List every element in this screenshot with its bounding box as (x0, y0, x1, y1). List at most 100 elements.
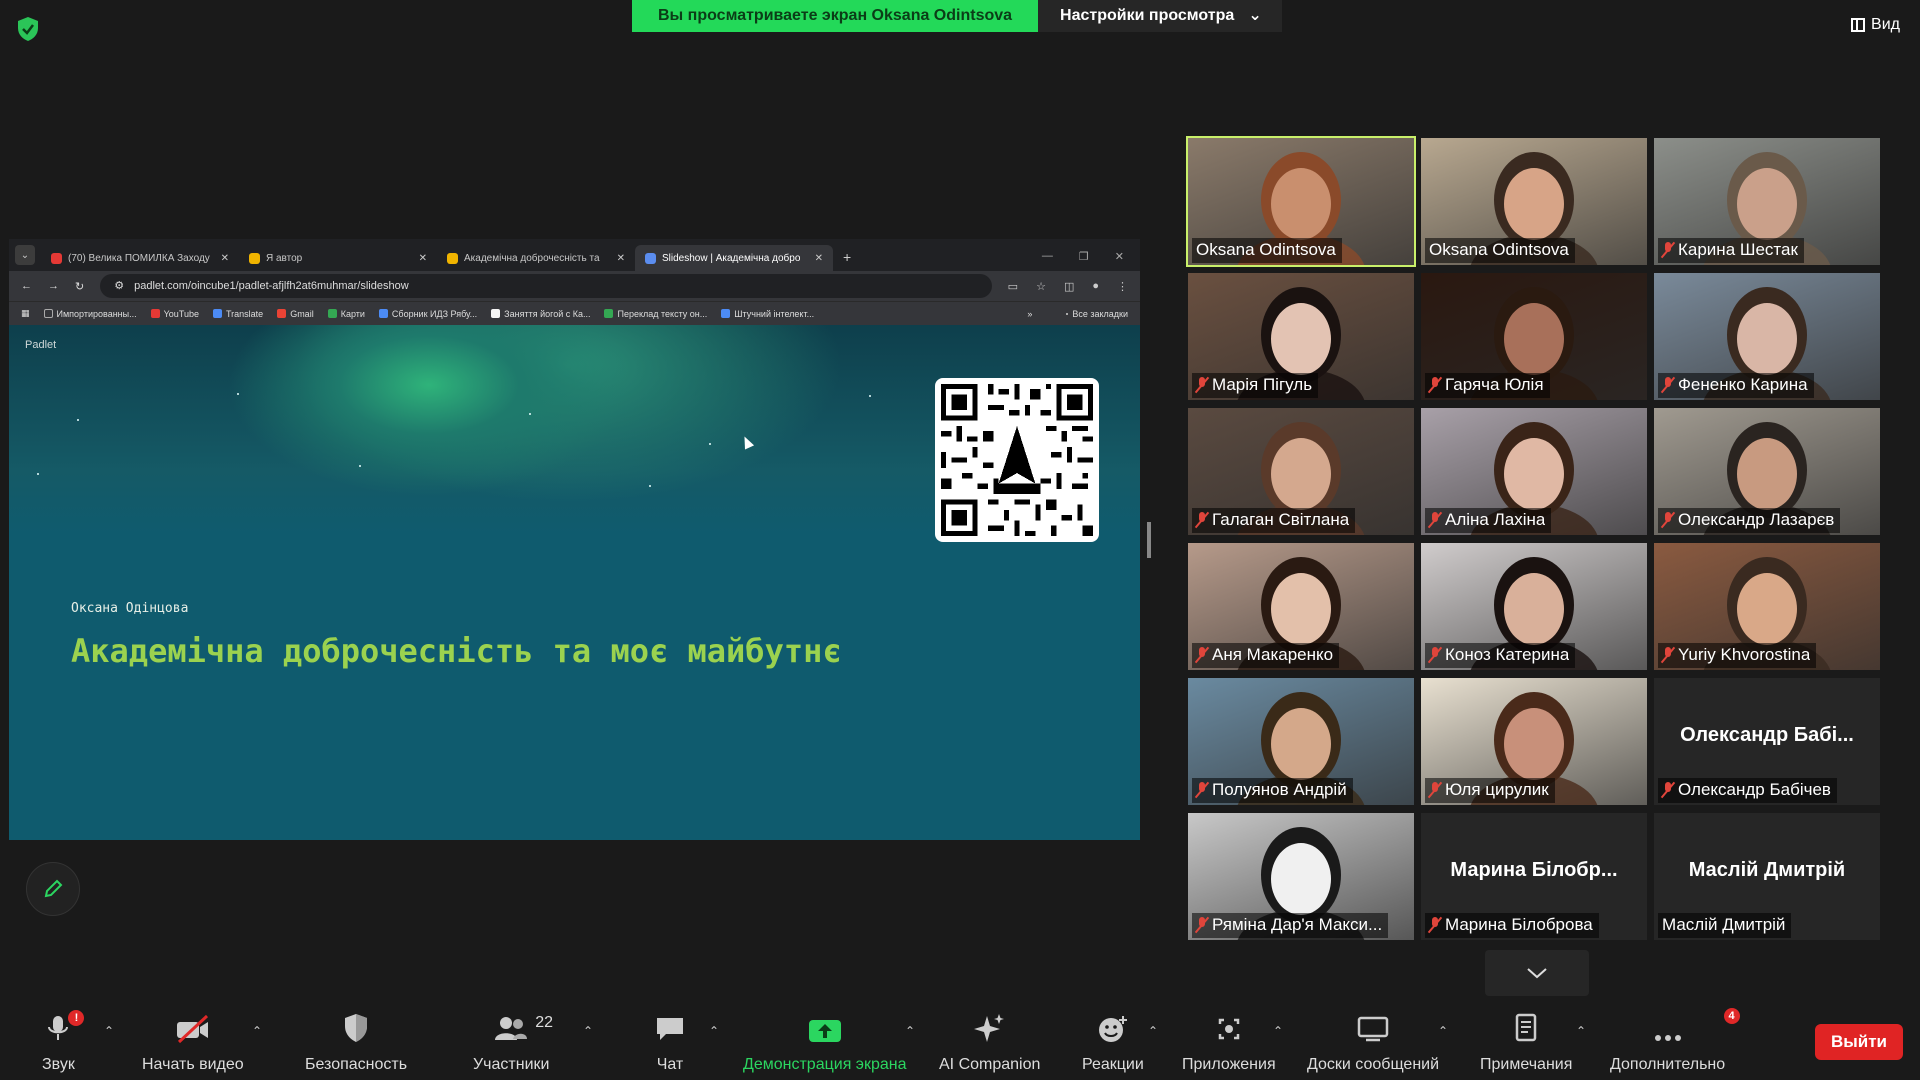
tab-title: Академічна доброчесність та (464, 252, 600, 264)
start-video-button[interactable]: Начать видео (142, 1010, 244, 1074)
annotate-button[interactable] (26, 862, 80, 916)
bookmark-item[interactable]: Переклад тексту он... (604, 309, 707, 319)
participant-tile[interactable]: Аліна Лахіна (1421, 408, 1647, 535)
participant-tile[interactable]: Oksana Odintsova (1186, 136, 1416, 267)
view-button[interactable]: Вид (1851, 16, 1900, 34)
back-arrow-icon[interactable]: ← (21, 280, 32, 292)
bookmark-item[interactable]: YouTube (150, 309, 199, 319)
slide-author: Оксана Одінцова (71, 601, 189, 616)
extensions-icon[interactable]: ◫ (1064, 280, 1074, 293)
video-options-caret-icon[interactable]: ⌃ (252, 1024, 262, 1038)
bookmark-item[interactable]: Translate (213, 309, 263, 319)
all-bookmarks-button[interactable]: » Все закладки (1027, 309, 1128, 319)
participant-tile[interactable]: Yuriy Khvorostina (1654, 543, 1880, 670)
participant-center-name: Марина Білобр... (1450, 859, 1618, 881)
browser-actions: ▭ ☆ ◫ ● ⋮ (1008, 280, 1128, 293)
cast-icon[interactable]: ▭ (1008, 280, 1018, 293)
ai-companion-button[interactable]: AI Companion (939, 1010, 1040, 1074)
apps-options-caret-icon[interactable]: ⌃ (1273, 1024, 1283, 1038)
participant-tile[interactable]: Юля цирулик (1421, 678, 1647, 805)
microphone-muted-icon (1662, 242, 1674, 258)
folder-icon (43, 309, 53, 318)
participant-tile[interactable]: Карина Шестак (1654, 138, 1880, 265)
maximize-icon[interactable]: ❐ (1079, 250, 1089, 263)
profile-avatar-icon[interactable]: ● (1092, 280, 1099, 293)
bookmark-item[interactable]: Заняття йогой с Ка... (491, 309, 590, 319)
chat-button[interactable]: Чат (654, 1010, 686, 1074)
apps-button[interactable]: Приложения (1182, 1010, 1276, 1074)
close-icon[interactable]: ✕ (419, 253, 427, 264)
share-options-caret-icon[interactable]: ⌃ (905, 1024, 915, 1038)
minimize-icon[interactable]: — (1042, 250, 1053, 263)
chat-options-caret-icon[interactable]: ⌃ (709, 1024, 719, 1038)
star (529, 413, 531, 415)
encryption-shield-icon[interactable] (16, 16, 40, 42)
browser-tab-active[interactable]: Slideshow | Академічна добро ✕ (635, 245, 833, 271)
participant-tile[interactable]: Коноз Катерина (1421, 543, 1647, 670)
bookmark-item[interactable]: Gmail (277, 309, 314, 319)
participant-tile[interactable]: Олександр Бабі... Олександр Бабічев (1654, 678, 1880, 805)
bookmark-label: Штучний інтелект... (734, 308, 815, 319)
notes-button[interactable]: Примечания (1480, 1010, 1572, 1074)
participant-tile[interactable]: Марія Пігуль (1188, 273, 1414, 400)
bookmark-item[interactable]: Карти (327, 309, 365, 319)
close-icon[interactable]: ✕ (221, 253, 229, 264)
bookmark-star-icon[interactable]: ☆ (1036, 280, 1046, 293)
padlet-favicon-icon (447, 252, 458, 264)
qr-code-icon (941, 384, 1093, 536)
bookmark-item[interactable]: Сборник ИДЗ Рябу... (378, 309, 477, 319)
share-screen-button[interactable]: Демонстрация экрана (743, 1010, 907, 1074)
participant-tile[interactable]: Ряміна Дар'я Макси... (1188, 813, 1414, 940)
participant-tile[interactable]: Полуянов Андрій (1188, 678, 1414, 805)
shared-screen[interactable]: ⌄ (70) Велика ПОМИЛКА Заходу ✕ Я автор ✕… (9, 239, 1140, 840)
chevron-down-icon: ⌄ (1248, 7, 1262, 24)
message-boards-button[interactable]: Доски сообщений (1307, 1010, 1439, 1074)
boards-options-caret-icon[interactable]: ⌃ (1438, 1024, 1448, 1038)
participants-button[interactable]: 22 Участники (473, 1010, 553, 1074)
bookmark-label: Translate (226, 308, 264, 319)
view-settings-button[interactable]: Настройки просмотра ⌄ (1038, 0, 1282, 32)
participant-tile[interactable]: Галаган Світлана (1188, 408, 1414, 535)
chat-label: Чат (656, 1056, 684, 1073)
url-field[interactable]: ⚙ padlet.com/oincube1/padlet-afjlfh2at6m… (100, 274, 992, 298)
close-icon[interactable]: ✕ (815, 253, 823, 264)
bookmark-item[interactable]: Импортированны... (43, 309, 137, 319)
participant-tile[interactable]: Аня Макаренко (1188, 543, 1414, 670)
apps-label: Приложения (1182, 1056, 1276, 1073)
forward-arrow-icon[interactable]: → (48, 280, 59, 292)
leave-meeting-button[interactable]: Выйти (1815, 1024, 1903, 1060)
new-tab-button[interactable]: + (833, 249, 861, 271)
more-bookmarks-icon[interactable]: » (1027, 309, 1032, 319)
more-dots-icon (1654, 1035, 1681, 1041)
security-button[interactable]: Безопасность (305, 1010, 407, 1074)
audio-button[interactable]: ! Звук (42, 1010, 85, 1074)
browser-tab[interactable]: (70) Велика ПОМИЛКА Заходу ✕ (41, 245, 239, 271)
gallery-next-page-button[interactable] (1485, 950, 1589, 996)
close-icon[interactable]: ✕ (617, 253, 625, 264)
participant-tile[interactable]: Oksana Odintsova (1421, 138, 1647, 265)
browser-tab[interactable]: Академічна доброчесність та ✕ (437, 245, 635, 271)
tab-search-icon[interactable]: ⌄ (15, 245, 35, 265)
site-settings-icon[interactable]: ⚙ (114, 274, 124, 298)
participant-tile[interactable]: Маслій Дмитрій Маслій Дмитрій (1654, 813, 1880, 940)
reactions-button[interactable]: Реакции (1082, 1010, 1144, 1074)
close-window-icon[interactable]: ✕ (1115, 250, 1124, 263)
microphone-muted-icon (1429, 917, 1441, 933)
participant-face (1504, 573, 1564, 645)
security-label: Безопасность (305, 1056, 408, 1073)
reactions-options-caret-icon[interactable]: ⌃ (1148, 1024, 1158, 1038)
participants-options-caret-icon[interactable]: ⌃ (583, 1024, 593, 1038)
participant-tile[interactable]: Олександр Лазарєв (1654, 408, 1880, 535)
reload-icon[interactable]: ↻ (75, 280, 84, 293)
bookmark-item[interactable]: Штучний інтелект... (721, 309, 814, 319)
browser-tab[interactable]: Я автор ✕ (239, 245, 437, 271)
participant-tile[interactable]: Марина Білобр... Марина Білоброва (1421, 813, 1647, 940)
participant-tile[interactable]: Гаряча Юлія (1421, 273, 1647, 400)
split-view-handle[interactable] (1147, 522, 1151, 558)
participant-tile[interactable]: Фененко Карина (1654, 273, 1880, 400)
apps-grid-icon[interactable]: ▦ (21, 308, 30, 319)
browser-menu-icon[interactable]: ⋮ (1117, 280, 1128, 293)
audio-options-caret-icon[interactable]: ⌃ (104, 1024, 114, 1038)
notes-options-caret-icon[interactable]: ⌃ (1576, 1024, 1586, 1038)
more-button[interactable]: 4 Дополнительно (1610, 1008, 1740, 1074)
